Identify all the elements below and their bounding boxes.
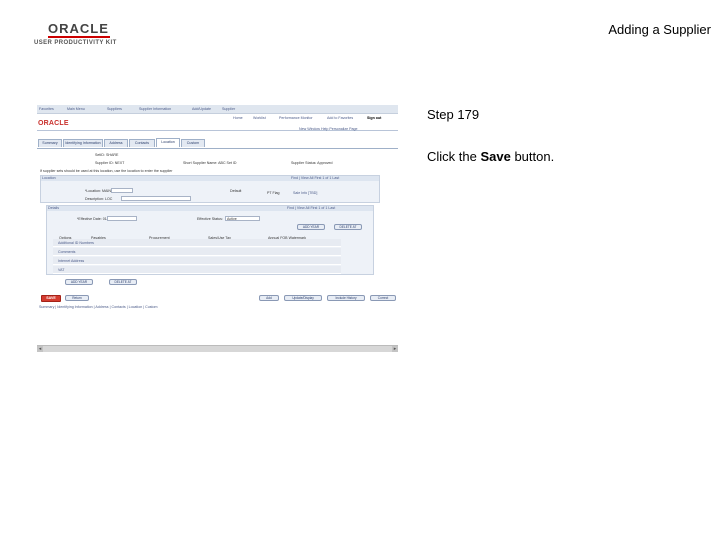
location-header: Location [42, 176, 56, 180]
setid-label: SetID: SHARE [95, 153, 119, 157]
effective-status-select[interactable]: Active [225, 216, 260, 221]
tab-divider [37, 148, 398, 149]
row-vat[interactable]: VAT [58, 268, 64, 272]
step-number: Step 179 [427, 107, 480, 122]
tab-summary[interactable]: Summary [38, 139, 62, 147]
location-note: If supplier sets should be used at this … [40, 169, 173, 173]
row-internet-address[interactable]: Internet Address [58, 259, 84, 263]
details-delete-button[interactable]: DELETE AT [334, 224, 362, 230]
tab-identifying-information[interactable]: Identifying Information [63, 139, 103, 147]
location-label: *Location: MAIN [85, 189, 111, 193]
bottom-delete-button[interactable]: DELETE AT [109, 279, 137, 285]
instruction-bold: Save [480, 149, 511, 164]
supplier-id-label: Supplier ID: NEXT [95, 161, 125, 165]
instruction-prefix: Click the [427, 149, 481, 164]
save-button[interactable]: SAVE [41, 295, 61, 302]
app-screenshot: Favorites Main Menu Suppliers Supplier I… [37, 105, 398, 353]
row-comments[interactable]: Comments [58, 250, 75, 254]
default-checkbox-label[interactable]: Default [230, 189, 241, 193]
location-field[interactable] [111, 188, 133, 193]
app-brand: ORACLE [38, 120, 69, 127]
header-link-signout[interactable]: Sign out [367, 116, 381, 120]
header-link-home[interactable]: Home [233, 116, 243, 120]
nav-link-main-menu[interactable]: Main Menu [67, 107, 85, 111]
step-instruction: Click the Save button. [427, 149, 554, 164]
nav-bar: Favorites Main Menu Suppliers Supplier I… [37, 105, 398, 114]
nav-link-supplier-info[interactable]: Supplier Information [139, 107, 171, 111]
header-link-worklist[interactable]: Worklist [253, 116, 266, 120]
oracle-upk-logo: ORACLE USER PRODUCTIVITY KIT [34, 22, 124, 48]
header-link-favorites[interactable]: Add to Favorites [327, 116, 353, 120]
nav-link-suppliers[interactable]: Suppliers [107, 107, 122, 111]
sale-info-link[interactable]: Sale Info [TBD] [293, 191, 317, 195]
location-navigation[interactable]: Find | View All First 1 of 1 Last [291, 176, 339, 180]
bottom-add-button[interactable]: ADD YEAR [65, 279, 93, 285]
instruction-suffix: button. [510, 149, 555, 164]
tab-address[interactable]: Address [104, 139, 128, 147]
slide-title: Adding a Supplier [608, 22, 711, 37]
list-item[interactable]: Comments [53, 248, 341, 256]
details-navigation[interactable]: Find | View All First 1 of 1 Last [287, 206, 335, 210]
supplier-status-label: Supplier Status: Approved [291, 161, 333, 165]
logo-brand: ORACLE [48, 21, 109, 36]
app-header: ORACLE Home Worklist Performance Monitor… [37, 115, 398, 131]
effective-status-value: Active [227, 217, 237, 221]
logo-product: USER PRODUCTIVITY KIT [34, 40, 117, 46]
list-item[interactable]: Internet Address [53, 257, 341, 265]
horizontal-scrollbar[interactable]: ◂ ▸ [37, 345, 398, 352]
effective-status-label: Effective Status: [197, 217, 223, 221]
logo-rule [48, 36, 110, 38]
scroll-left-icon[interactable]: ◂ [37, 346, 43, 352]
description-field[interactable] [121, 196, 191, 201]
update-display-button[interactable]: Update/Display [284, 295, 322, 301]
nav-link-favorites[interactable]: Favorites [39, 107, 54, 111]
nav-link-add-update[interactable]: Add/Update [192, 107, 211, 111]
nav-link-supplier[interactable]: Supplier [222, 107, 235, 111]
short-name-label: Short Supplier Name: ABC Set ID [183, 161, 237, 165]
location-group: Location Find | View All First 1 of 1 La… [40, 175, 380, 203]
list-item[interactable]: Additional ID Numbers [53, 239, 341, 247]
header-link-performance[interactable]: Performance Monitor [279, 116, 313, 120]
scroll-right-icon[interactable]: ▸ [392, 346, 398, 352]
footer-tab-links[interactable]: Summary | Identifying Information | Addr… [39, 305, 158, 309]
pay-label: PT Flag [267, 191, 280, 195]
tab-location[interactable]: Location [156, 138, 180, 147]
tab-contacts[interactable]: Contacts [129, 139, 155, 147]
description-label: Description: LOC [85, 197, 113, 201]
details-add-button[interactable]: ADD YEAR [297, 224, 325, 230]
details-header: Details [48, 206, 59, 210]
toolbar-links[interactable]: New Window Help Personalize Page [299, 127, 358, 131]
row-additional-id[interactable]: Additional ID Numbers [58, 241, 94, 245]
tab-custom[interactable]: Custom [181, 139, 205, 147]
correct-history-button[interactable]: Correct [370, 295, 396, 301]
include-history-button[interactable]: Include History [327, 295, 365, 301]
list-item[interactable]: VAT [53, 266, 341, 274]
return-button[interactable]: Return [65, 295, 89, 301]
effective-date-field[interactable] [107, 216, 137, 221]
add-mode-button[interactable]: Add [259, 295, 279, 301]
